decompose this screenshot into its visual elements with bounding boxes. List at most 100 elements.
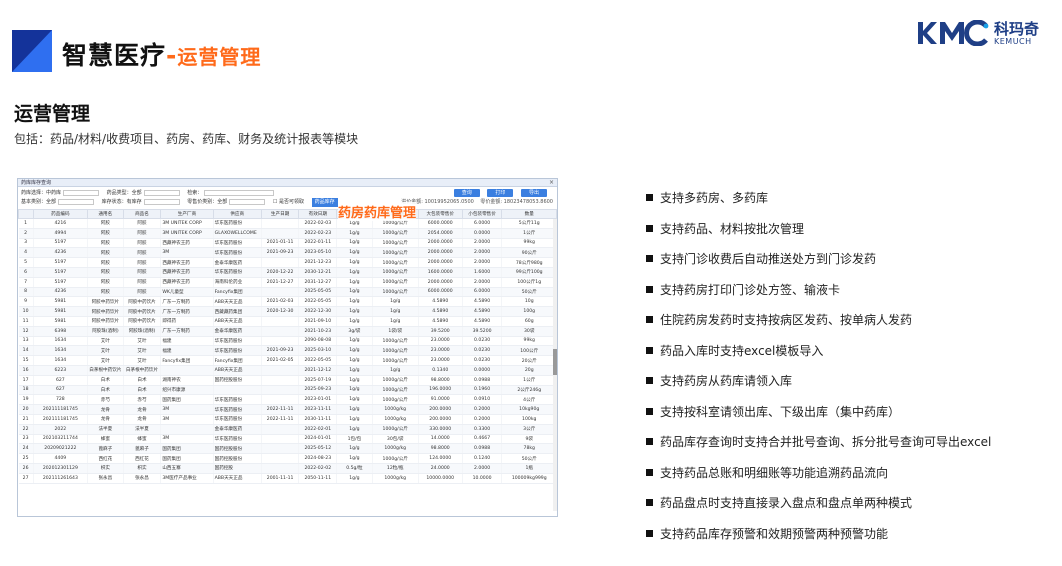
table-row[interactable]: 20 202111181745 龙骨 龙骨 3M 华东医药股份 2022-11-11 2023… (18, 404, 557, 415)
export-button[interactable]: 导出 (521, 189, 547, 197)
table-row[interactable]: 8 4236 阿胶 阿胶 WK儿童型 Fancyfix集团 2025-05-05 1g/g 10… (18, 287, 557, 298)
filter-panel: 药库选择：中药库 药品类型：全部 检索： 基本类别：全部 库存状态：有库存 零售… (18, 187, 557, 221)
table-cell: 200.0000 (418, 414, 463, 425)
filter-retail-category[interactable]: 零售价类别：全部 (187, 198, 266, 207)
table-row[interactable]: 3 5197 阿胶 阿胶 西藏神农王药 华东医药股份 2021-01-11 2022-01-1… (18, 238, 557, 249)
table-row[interactable]: 4 4236 阿胶 阿胶 3M 华东医药股份 2021-09-23 2023-05-10 1g/… (18, 247, 557, 259)
table-row[interactable]: 9 5981 阿胶中药饮片 阿胶中药饮片 广东一方制药 ABB天天正品 2021-02-03… (18, 296, 557, 308)
table-cell: 山西五寨 (160, 463, 214, 474)
table-cell: 阿胶 (87, 238, 124, 249)
column-header[interactable]: 生产厂商 (160, 209, 214, 219)
filter-stock-status[interactable]: 库存状态：有库存 (102, 198, 180, 207)
table-header-row: 药品编码通用名商品名生产厂商供应商生产日期有效日期计量规格包装规格大包装零售价小… (18, 209, 557, 219)
table-cell: 0.0988 (462, 443, 503, 455)
table-cell: 2025-09-23 (298, 385, 338, 396)
table-row[interactable]: 14 1634 艾叶 艾叶 福建 华东医药股份 2021-09-23 2025-03-10 1g… (18, 345, 557, 357)
filter-drug-type[interactable]: 药品类型：全部 (107, 189, 180, 198)
table-cell: 阿胶 (123, 277, 162, 288)
close-icon[interactable]: × (549, 179, 554, 187)
table-cell: 5981 (33, 296, 89, 308)
column-header[interactable]: 大包装零售价 (417, 209, 463, 219)
table-cell: 3M (160, 247, 214, 259)
table-cell: 3公斤 (501, 424, 557, 435)
pharmacy-inventory-screenshot: 药库库存查询 × 药库选择：中药库 药品类型：全部 检索： 基本类别：全部 库存… (17, 178, 558, 517)
table-cell: 广东一方制药 (160, 326, 214, 337)
table-row[interactable]: 11 5981 阿胶中药饮片 阿胶中药饮片 即得药 ABB天天正品 2021-09-10 1g… (18, 316, 557, 327)
table-cell: 2000.0000 (418, 257, 463, 268)
table-row[interactable]: 27 202111261643 张永昌 张永昌 3M医疗产品事业 ABB天天正品 2001-… (18, 473, 557, 484)
table-row[interactable]: 7 5197 阿胶 阿胶 西藏神农王药 海南科伦药业 2021-12-27 2031-12-2… (18, 277, 557, 288)
table-cell: 2023-01-01 (298, 394, 338, 406)
filter-basic-category[interactable]: 基本类别：全部 (21, 198, 95, 207)
scrollbar-thumb[interactable] (553, 349, 557, 375)
table-row[interactable]: 10 5981 阿胶中药饮片 阿胶中药饮片 广东一方制药 西藏藏药集团 2020-12-30… (18, 306, 557, 317)
tab-drug-stock[interactable]: 药品库存 (311, 198, 338, 207)
feature-item: 支持药品、材料按批次管理 (646, 220, 991, 251)
table-row[interactable]: 24 20209021222 蓖麻子 蓖麻子 国药集团 国药控股股份 2025-05-12 1… (18, 443, 557, 455)
table-cell: 100公斤1g (501, 277, 557, 288)
table-row[interactable]: 15 1634 艾叶 艾叶 Fancyfix集团 Fancyfix集团 2021-02-05… (18, 355, 557, 366)
table-cell: 4.5890 (418, 306, 463, 317)
table-cell: 阿胶 (87, 218, 124, 229)
column-header[interactable]: 商品名 (122, 209, 162, 219)
table-cell: 2 (18, 228, 34, 239)
receivable-checkbox[interactable]: ☐ 是否可领取 (273, 198, 304, 207)
table-cell: 20209021222 (33, 443, 89, 455)
table-row[interactable]: 18 627 白术 白术 绍兴市康源 2025-09-23 1g/g 1000g/公斤 196.… (18, 385, 557, 396)
table-row[interactable]: 26 202012301129 枳实 枳实 山西五寨 国药控股 2022-02-02 0.5g… (18, 463, 557, 474)
vertical-scrollbar[interactable] (553, 219, 557, 511)
feature-text: 药品盘点时支持直接录入盘点和盘点单两种模式 (660, 496, 913, 510)
table-row[interactable]: 5 5197 阿胶 阿胶 西藏神农王药 金泰华康医药 2021-12-23 1g/g 1000g… (18, 257, 557, 268)
table-row[interactable]: 16 6223 白茅根中药饮片 白茅根中药饮片 ABB天天正品 2021-12-12 1g/… (18, 365, 557, 376)
table-cell: 1g/g (372, 296, 419, 308)
table-cell: 124.0000 (418, 453, 463, 464)
search-input[interactable]: 检索： (187, 189, 275, 198)
table-cell: 1000g/公斤 (372, 355, 419, 366)
column-header[interactable]: 小包装零售价 (461, 209, 503, 219)
table-cell: 1g/g (336, 238, 373, 249)
table-row[interactable]: 22 2022 法半夏 法半夏 金泰华康医药 2022-02-01 1g/g 1000g/公斤… (18, 424, 557, 435)
table-cell: 1.6000 (462, 267, 503, 278)
table-row[interactable]: 17 627 白术 白术 湖南神农 国药控股股份 2025-07-19 1g/g 1000g/公… (18, 375, 557, 386)
table-row[interactable]: 2 4994 阿胶 阿胶 3M UNITEK CORP GLAXOWELLCOME 2022… (18, 228, 557, 239)
table-cell: 1000g/公斤 (372, 247, 419, 259)
table-row[interactable]: 25 4409 西红花 西红花 国药集团 国药控股股份 2024-08-23 1g/g 1000… (18, 453, 557, 464)
table-cell: 627 (33, 385, 89, 396)
table-cell: 华东医药股份 (213, 434, 262, 445)
table-cell: 1g/g (336, 394, 373, 406)
column-header[interactable]: 数量 (501, 209, 557, 219)
table-cell: 1g/g (336, 247, 373, 259)
table-row[interactable]: 12 6398 阿胶珠(酒制) 阿胶珠(酒制) 广东一方制药 金泰华康医药 2021-10-… (18, 326, 557, 337)
column-header[interactable]: 有效日期 (298, 209, 338, 219)
column-header[interactable] (18, 209, 34, 219)
table-cell: 华东医药股份 (213, 414, 262, 425)
feature-item: 支持药房打印门诊处方签、输液卡 (646, 281, 991, 312)
table-cell: 2.0000 (462, 257, 503, 268)
column-header[interactable]: 生产日期 (260, 209, 300, 219)
table-cell: 1000g/公斤 (372, 453, 419, 464)
filter-warehouse[interactable]: 药库选择：中药库 (21, 189, 100, 198)
table-cell: 10g (501, 296, 557, 308)
column-header[interactable]: 药品编码 (32, 209, 89, 219)
table-row[interactable]: 13 1634 艾叶 艾叶 福建 华东医药股份 2090-08-08 1g/g 1000g/公斤… (18, 336, 557, 347)
feature-item: 支持药房从药库请领入库 (646, 372, 991, 403)
table-cell: 4公斤 (501, 394, 557, 406)
table-row[interactable]: 1 4216 阿胶 阿胶 3M UNITEK CORP 华东医药股份 2022-02-03 1… (18, 218, 557, 229)
table-cell: 1g/g (336, 443, 373, 455)
table-cell: 4236 (33, 287, 89, 298)
table-cell: 1g/g (336, 424, 373, 435)
table-row[interactable]: 19 728 赤芍 赤芍 国药集团 华东医药股份 2023-01-01 1g/g 1000g/公… (18, 394, 557, 406)
table-cell: 21 (18, 414, 34, 425)
table-cell: 15 (18, 355, 34, 366)
print-button[interactable]: 打印 (487, 189, 514, 197)
table-row[interactable]: 23 202103211744 蜂蜜 蜂蜜 3M 华东医药股份 2024-01-01 1包/包… (18, 434, 557, 445)
table-cell: 蜂蜜 (87, 434, 124, 445)
column-header[interactable]: 供应商 (212, 209, 262, 219)
table-row[interactable]: 6 5197 阿胶 阿胶 西藏神农王药 华东医药股份 2020-12-22 2030-12-2… (18, 267, 557, 278)
query-button[interactable]: 查询 (453, 189, 480, 197)
table-cell: 78kg (501, 443, 557, 455)
table-row[interactable]: 21 202111181745 龙骨 龙骨 3M 华东医药股份 2022-11-11 2030… (18, 414, 557, 425)
column-header[interactable]: 通用名 (87, 209, 124, 219)
totals-summary: 进价金额: 10019952065.0500 零价金额: 18023478053… (396, 198, 553, 205)
table-cell: 金泰华康医药 (213, 326, 262, 337)
